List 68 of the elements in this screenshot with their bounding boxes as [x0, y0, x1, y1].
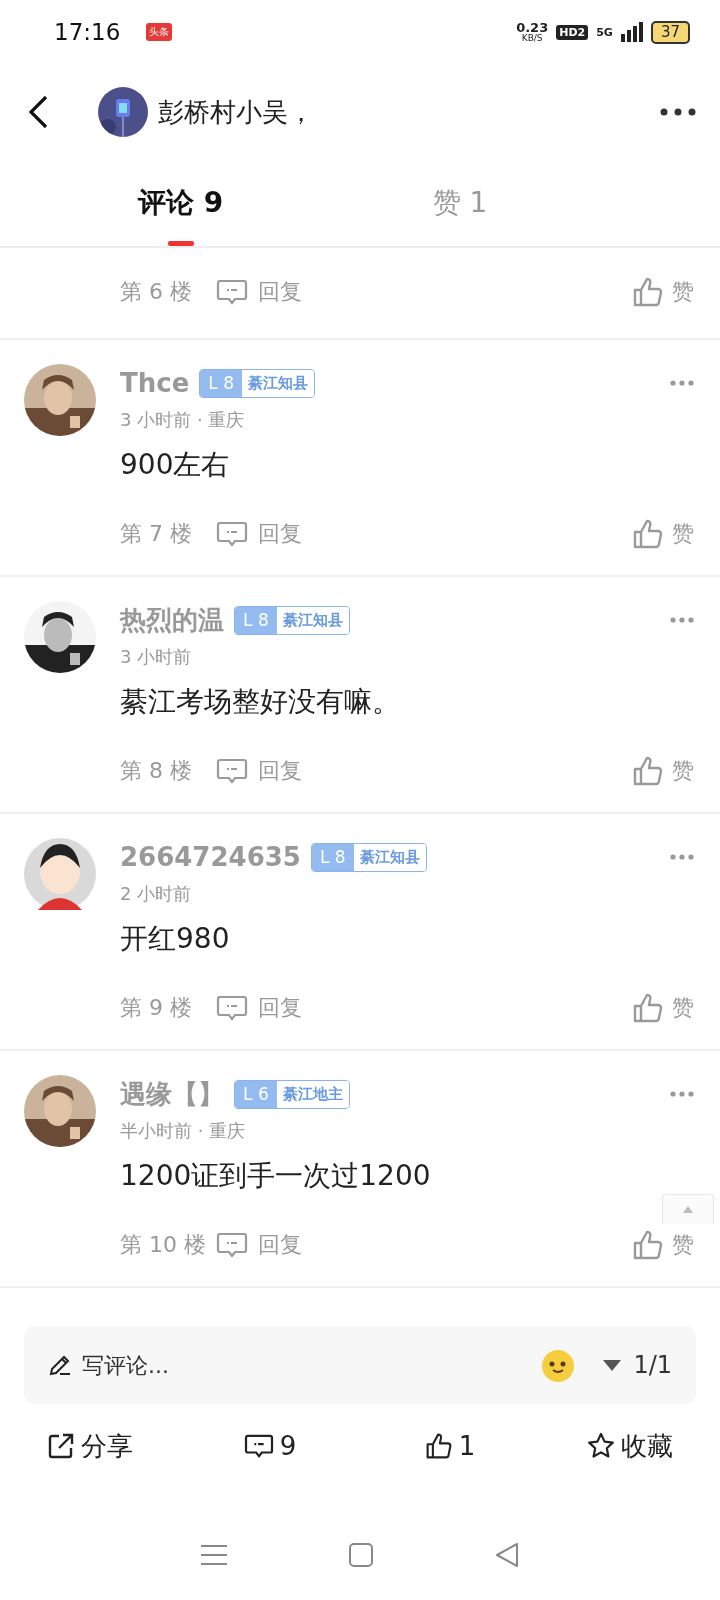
comment-icon: [243, 1433, 274, 1459]
star-button[interactable]: 收藏: [540, 1421, 720, 1471]
thumbs-up-icon: [632, 276, 664, 308]
comment-text: 开红980: [120, 921, 231, 957]
user-name[interactable]: Thce: [120, 368, 190, 398]
user-name[interactable]: 遇缘【】: [120, 1076, 224, 1112]
comment-text: 900左右: [120, 447, 231, 483]
thumbs-up-icon: [632, 755, 664, 787]
tab[interactable]: 赞 1: [370, 160, 550, 246]
comment-meta: 3 小时前: [120, 645, 193, 669]
like-button[interactable]: 赞: [632, 518, 694, 550]
comment-meta: 3 小时前 · 重庆: [120, 408, 246, 432]
thumbs-up-icon: [424, 1432, 453, 1460]
reply-button[interactable]: 回复: [216, 519, 302, 549]
tab[interactable]: 评论 9: [0, 160, 370, 246]
page-indicator: 1/1: [633, 1351, 672, 1379]
more-icon[interactable]: [660, 108, 696, 116]
author-name: 彭桥村小吴，: [158, 95, 314, 129]
hd-indicator: HD2: [556, 24, 589, 40]
app-badge: 头条: [146, 23, 173, 41]
level-badge: L 8 綦江知县: [234, 605, 350, 635]
share-icon: [47, 1432, 75, 1460]
reply-button[interactable]: 回复: [216, 993, 302, 1023]
floor-number: 第 6 楼: [120, 278, 193, 306]
like-button[interactable]: 赞: [632, 1229, 694, 1261]
pencil-icon: [48, 1353, 72, 1377]
reply-button[interactable]: 回复: [216, 277, 302, 307]
comment-meta: 半小时前 · 重庆: [120, 1119, 247, 1143]
network-speed: 0.23 KB/S: [516, 21, 549, 43]
comment-icon: [216, 1231, 248, 1259]
thumbs-up-icon: [632, 992, 664, 1024]
menu-icon[interactable]: [201, 1544, 227, 1566]
comment-text: 1200证到手一次过1200: [120, 1158, 432, 1194]
star-icon: [587, 1432, 615, 1460]
level-badge: L 8 綦江知县: [310, 842, 427, 872]
like-button[interactable]: 1: [360, 1421, 540, 1471]
dropdown-icon[interactable]: [603, 1359, 622, 1371]
user-name[interactable]: 2664724635: [120, 842, 301, 872]
avatar-icon: [24, 838, 96, 910]
floor-number: 第 7 楼: [120, 520, 193, 548]
reply-button[interactable]: 回复: [216, 1230, 302, 1260]
comment-icon: [216, 994, 248, 1022]
reply-button[interactable]: 回复: [216, 756, 302, 786]
comment-button[interactable]: 9: [180, 1421, 360, 1471]
comment-meta: 2 小时前: [120, 882, 193, 906]
thumbs-up-icon: [632, 518, 664, 550]
level-badge: L 6 綦江地主: [234, 1079, 350, 1109]
comment-icon: [216, 278, 248, 306]
like-button[interactable]: 赞: [632, 992, 694, 1024]
comment-icon: [216, 520, 248, 548]
user-name[interactable]: 热烈的温: [120, 602, 224, 638]
network-type: 5G: [596, 25, 613, 39]
comment-field[interactable]: 写评论...: [80, 1351, 284, 1379]
home-icon[interactable]: [349, 1543, 373, 1567]
signal-icon: [620, 22, 643, 42]
comment-text: 綦江考场整好没有嘛。: [120, 684, 401, 720]
floor-number: 第 9 楼: [120, 994, 193, 1022]
level-badge: L 8 綦江知县: [199, 368, 315, 398]
clock: 17:16: [54, 19, 121, 45]
comment-icon: [216, 757, 248, 785]
share-button[interactable]: 分享: [0, 1421, 180, 1471]
battery-level: 37: [650, 20, 690, 44]
floor-number: 第 8 楼: [120, 757, 193, 785]
like-button[interactable]: 赞: [632, 755, 694, 787]
up-arrow-icon: [683, 1206, 693, 1213]
thumbs-up-icon: [632, 1229, 664, 1261]
like-button[interactable]: 赞: [632, 276, 694, 308]
floor-number: 第 10 楼: [120, 1231, 207, 1259]
